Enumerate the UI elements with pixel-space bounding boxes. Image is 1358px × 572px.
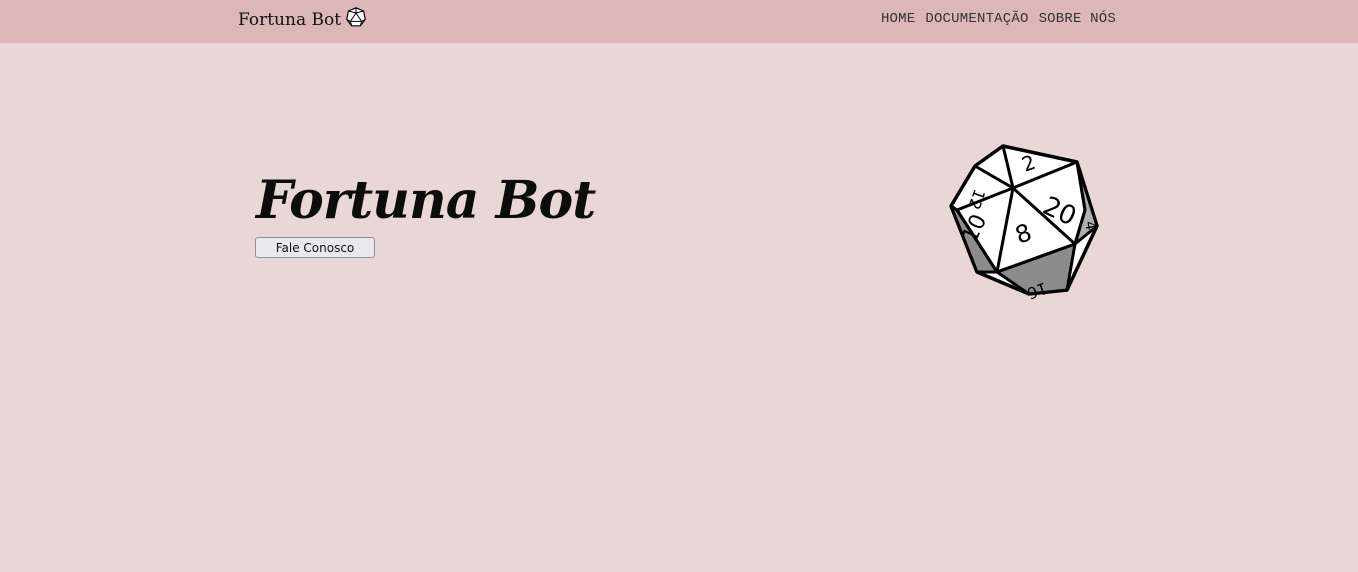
d20-dice-icon <box>346 7 366 27</box>
nav-links: HOME DOCUMENTAÇÃO SOBRE NÓS <box>881 11 1116 27</box>
top-navbar: Fortuna Bot HOME DOCUMENTAÇÃO SOBRE NÓS <box>0 0 1358 43</box>
d20-dice-icon: 2 20 12 10 8 16 4 <box>945 140 1105 303</box>
hero-title: Fortuna Bot <box>256 170 596 231</box>
contact-button[interactable]: Fale Conosco <box>255 237 375 258</box>
nav-link-sobre-nos[interactable]: SOBRE NÓS <box>1039 11 1116 27</box>
brand-label: Fortuna Bot <box>238 10 342 30</box>
brand-link[interactable]: Fortuna Bot <box>238 7 366 30</box>
nav-link-home[interactable]: HOME <box>881 11 915 27</box>
nav-link-documentacao[interactable]: DOCUMENTAÇÃO <box>925 11 1028 27</box>
